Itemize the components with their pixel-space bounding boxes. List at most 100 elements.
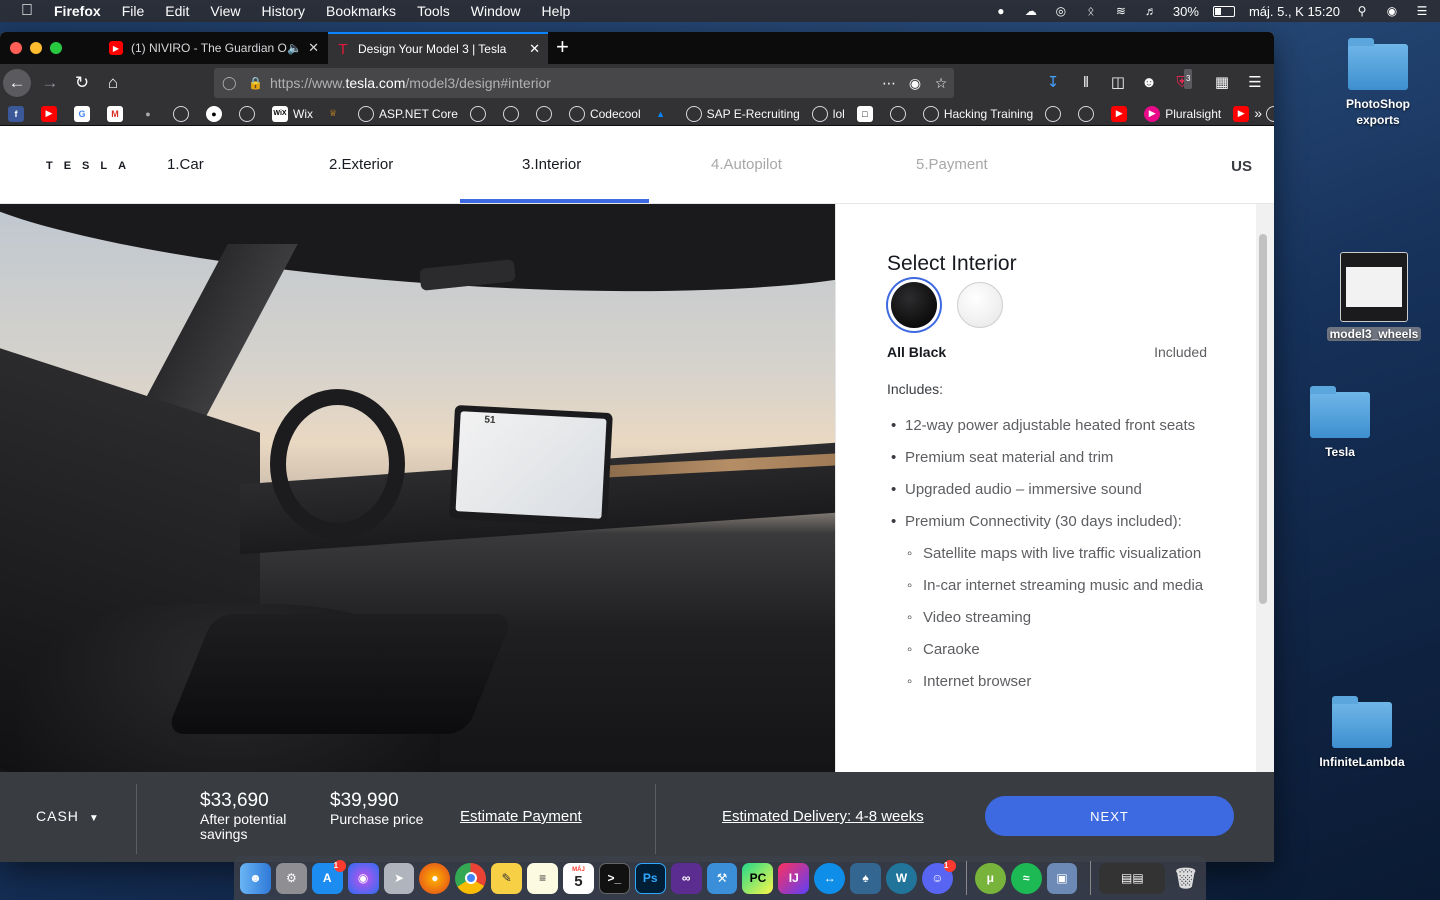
bookmark-globe[interactable] bbox=[469, 105, 491, 122]
bookmark-globe[interactable] bbox=[535, 105, 557, 122]
minimize-window-button[interactable] bbox=[30, 42, 42, 54]
tesla-logo[interactable]: TESLA bbox=[46, 160, 137, 172]
next-button[interactable]: NEXT bbox=[985, 796, 1234, 836]
step-car[interactable]: 1.Car bbox=[167, 156, 204, 173]
menu-edit[interactable]: Edit bbox=[165, 3, 189, 19]
bookmark-apple[interactable]: ● bbox=[140, 106, 161, 122]
pocket-icon[interactable]: ◉ bbox=[902, 75, 928, 92]
spotlight-search-icon[interactable]: ⚲ bbox=[1354, 4, 1370, 18]
siri-icon[interactable]: ◉ bbox=[347, 862, 379, 894]
bookmark-hacking-training[interactable]: Hacking Training bbox=[922, 105, 1033, 122]
photoshop-icon[interactable]: Ps bbox=[634, 862, 666, 894]
close-window-button[interactable] bbox=[10, 42, 22, 54]
bookmark-sap[interactable]: SAP E-Recruiting bbox=[685, 105, 800, 122]
chrome-icon[interactable] bbox=[455, 862, 487, 894]
firefox-icon[interactable]: ● bbox=[419, 862, 451, 894]
battery-icon[interactable] bbox=[1212, 5, 1235, 17]
menu-app-name[interactable]: Firefox bbox=[54, 3, 101, 19]
menu-history[interactable]: History bbox=[261, 3, 305, 19]
xcode-icon[interactable]: ⚒ bbox=[706, 862, 738, 894]
back-arrow-icon[interactable]: ← bbox=[3, 69, 31, 97]
menu-window[interactable]: Window bbox=[471, 3, 521, 19]
scrollbar-thumb[interactable] bbox=[1259, 234, 1267, 604]
wordpress-icon[interactable]: W bbox=[886, 862, 917, 894]
more-bookmarks-chevron-icon[interactable]: » bbox=[1254, 105, 1262, 121]
pycharm-icon[interactable]: PC bbox=[742, 862, 774, 894]
download-icon[interactable]: ↧ bbox=[1043, 73, 1063, 93]
spotify-icon[interactable]: ≈ bbox=[1010, 862, 1042, 894]
sidebar-icon[interactable]: ◫ bbox=[1108, 73, 1128, 93]
notes-icon[interactable]: ≡ bbox=[527, 862, 559, 894]
trash-icon[interactable]: 🗑 bbox=[1170, 863, 1201, 894]
reload-icon[interactable]: ↻ bbox=[70, 71, 94, 95]
bookmark-youtube[interactable]: ▶ bbox=[1233, 105, 1254, 122]
lock-icon[interactable]: 🔒 bbox=[248, 76, 263, 90]
bookmark-gmail[interactable]: M bbox=[107, 105, 128, 122]
url-text[interactable]: https://www.tesla.com/model3/design#inte… bbox=[270, 75, 876, 91]
desktop-file-model3-wheels[interactable]: model3_wheels bbox=[1326, 252, 1422, 342]
notification-center-icon[interactable]: ☰ bbox=[1414, 4, 1430, 18]
bookmark-facebook[interactable]: f bbox=[8, 105, 29, 122]
bookmark-globe[interactable] bbox=[1045, 105, 1066, 122]
library-icon[interactable]: ‖ bbox=[1076, 73, 1096, 93]
speaker-icon[interactable]: 🔈 bbox=[287, 41, 302, 55]
bookmark-wix[interactable]: WiX Wix bbox=[272, 105, 313, 122]
downloads-stack-icon[interactable]: ▤▤ bbox=[1099, 862, 1166, 894]
tab-youtube-niviro[interactable]: ▶ (1) NIVIRO - The Guardian O 🔈 ✕ bbox=[101, 32, 327, 64]
bookmark-lol[interactable]: lol bbox=[811, 105, 845, 122]
bookmark-aspnet[interactable]: ASP.NET Core bbox=[358, 105, 458, 122]
finder-icon[interactable]: ☻ bbox=[240, 862, 271, 894]
menu-help[interactable]: Help bbox=[542, 3, 571, 19]
desktop-folder-photoshop-exports[interactable]: PhotoShop exports bbox=[1330, 38, 1426, 128]
step-payment[interactable]: 5.Payment bbox=[916, 156, 988, 173]
teamviewer-icon[interactable]: ↔ bbox=[814, 862, 846, 894]
bookmark-crown[interactable]: ♕ bbox=[325, 106, 346, 122]
calendar-icon[interactable]: MÁJ 5 bbox=[563, 862, 594, 894]
launchpad-icon[interactable]: ➤ bbox=[383, 862, 415, 894]
preview-icon[interactable]: ▣ bbox=[1046, 862, 1078, 894]
bookmark-globe[interactable] bbox=[502, 105, 524, 122]
bluetooth-icon[interactable]: ᛟ bbox=[1083, 4, 1099, 18]
zoom-window-button[interactable] bbox=[50, 42, 62, 54]
wifi-icon[interactable]: ≋ bbox=[1113, 4, 1129, 18]
bookmark-globe[interactable] bbox=[239, 105, 260, 122]
tab-tesla-design[interactable]: T Design Your Model 3 | Tesla ✕ bbox=[328, 32, 548, 64]
account-icon[interactable]: ☻ bbox=[1139, 73, 1159, 93]
battery-percent[interactable]: 30% bbox=[1173, 4, 1199, 19]
bookmark-pluralsight[interactable]: ▶ Pluralsight bbox=[1144, 105, 1221, 122]
home-icon[interactable]: ⌂ bbox=[101, 71, 125, 95]
bookmark-youtube[interactable]: ▶ bbox=[1111, 105, 1132, 122]
visual-studio-icon[interactable]: ∞ bbox=[670, 862, 702, 894]
bookmark-codesandbox[interactable]: □ bbox=[856, 105, 878, 122]
system-preferences-icon[interactable]: ⚙ bbox=[275, 862, 307, 894]
bookmark-globe[interactable] bbox=[1266, 105, 1274, 122]
step-autopilot[interactable]: 4.Autopilot bbox=[711, 156, 782, 173]
close-tab-icon[interactable]: ✕ bbox=[529, 41, 540, 57]
step-exterior[interactable]: 2.Exterior bbox=[329, 156, 393, 173]
bookmark-globe[interactable] bbox=[173, 105, 194, 122]
app-store-icon[interactable]: A1 bbox=[311, 859, 346, 894]
desktop-folder-infinitelambda[interactable]: InfiniteLambda bbox=[1310, 696, 1414, 770]
address-bar[interactable]: ◯ 🔒 https://www.tesla.com/model3/design#… bbox=[214, 68, 954, 98]
tracking-shield-icon[interactable]: ◯ bbox=[222, 75, 238, 91]
intellij-icon[interactable]: IJ bbox=[778, 862, 810, 894]
bookmark-azure[interactable]: ▲ bbox=[653, 106, 674, 122]
extensions-icon[interactable]: ▦ bbox=[1212, 73, 1232, 93]
siri-icon[interactable]: ◉ bbox=[1384, 4, 1400, 18]
volume-icon[interactable]: ♬ bbox=[1143, 4, 1159, 18]
creative-cloud-icon[interactable]: ☁ bbox=[1023, 4, 1039, 18]
menu-file[interactable]: File bbox=[122, 3, 145, 19]
menu-tools[interactable]: Tools bbox=[417, 3, 450, 19]
desktop-folder-tesla[interactable]: Tesla bbox=[1292, 386, 1388, 460]
bookmark-google[interactable]: G bbox=[74, 105, 95, 122]
swatch-black-and-white[interactable] bbox=[957, 282, 1003, 328]
new-tab-plus-icon[interactable]: + bbox=[556, 36, 569, 58]
postgresql-icon[interactable]: ♠ bbox=[850, 862, 882, 894]
bookmark-globe[interactable] bbox=[889, 105, 911, 122]
region-selector[interactable]: US bbox=[1231, 158, 1252, 175]
bookmark-globe[interactable] bbox=[1078, 105, 1099, 122]
discord-icon[interactable]: ☺ 1 bbox=[921, 859, 956, 894]
swatch-all-black[interactable] bbox=[891, 282, 937, 328]
record-icon[interactable]: ● bbox=[993, 4, 1009, 18]
estimated-delivery-link[interactable]: Estimated Delivery: 4-8 weeks bbox=[722, 808, 924, 825]
